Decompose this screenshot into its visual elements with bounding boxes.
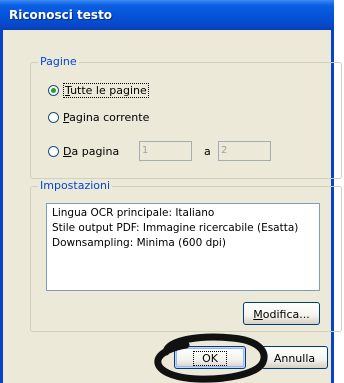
radio-all-pages[interactable]: Tutte le pagine xyxy=(48,82,149,98)
window-title: Riconosci testo xyxy=(9,8,113,22)
page-from-input[interactable]: 1 xyxy=(139,141,192,161)
radio-current-page-button[interactable] xyxy=(48,111,59,123)
radio-page-range-button[interactable] xyxy=(48,145,59,157)
radio-page-range[interactable]: Da pagina xyxy=(48,143,119,159)
settings-listbox[interactable]: Lingua OCR principale: Italiano Stile ou… xyxy=(46,203,320,291)
settings-group-legend: Impostazioni xyxy=(38,179,113,192)
title-bar[interactable]: Riconosci testo xyxy=(0,0,334,30)
annotation-circle xyxy=(154,333,268,383)
radio-current-page-label: Pagina corrente xyxy=(63,110,150,124)
page-range-to-label: a xyxy=(204,145,211,158)
radio-current-page[interactable]: Pagina corrente xyxy=(48,109,149,125)
radio-all-pages-label: Tutte le pagine xyxy=(63,82,149,98)
radio-page-range-label: Da pagina xyxy=(63,144,120,158)
pages-group-legend: Pagine xyxy=(38,55,79,68)
page-to-input[interactable]: 2 xyxy=(218,141,271,161)
modify-button[interactable]: Modifica... xyxy=(243,302,320,325)
settings-line-output-style: Stile output PDF: Immagine ricercabile (… xyxy=(52,222,299,234)
radio-all-pages-button[interactable] xyxy=(48,84,59,96)
settings-line-downsampling: Downsampling: Minima (600 dpi) xyxy=(52,237,226,249)
dialog-window: Riconosci testo Pagine Tutte le pagine P… xyxy=(0,0,342,383)
settings-line-ocr-language: Lingua OCR principale: Italiano xyxy=(52,207,215,219)
